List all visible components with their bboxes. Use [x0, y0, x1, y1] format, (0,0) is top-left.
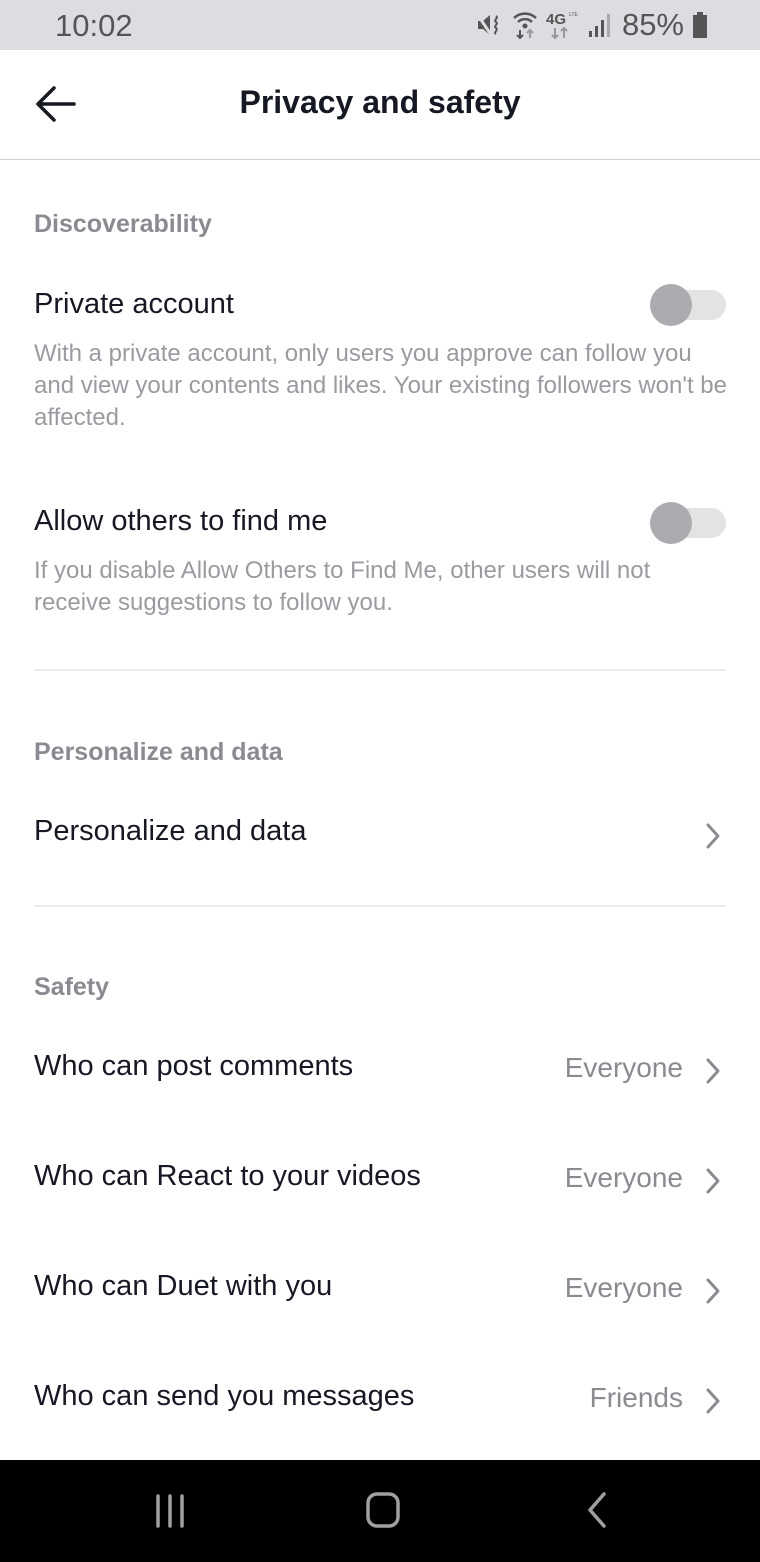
svg-text:4G: 4G [546, 11, 566, 28]
find-me-description: If you disable Allow Others to Find Me, … [34, 557, 651, 616]
vibrate-icon [475, 13, 498, 37]
signal-icon [588, 14, 610, 37]
chevron-right-icon [706, 1168, 720, 1194]
section-label-personalize: Personalize and data [34, 738, 283, 766]
row-value: Friends [589, 1382, 683, 1413]
wifi-icon [513, 12, 537, 40]
home-icon [366, 1492, 400, 1528]
row-title: Who can Duet with you [34, 1270, 333, 1302]
chevron-right-icon [706, 823, 720, 849]
chevron-right-icon [706, 1058, 720, 1084]
duet-row[interactable]: Who can Duet with you Everyone [0, 1250, 760, 1330]
recents-button[interactable] [146, 1488, 196, 1532]
home-button[interactable] [358, 1488, 408, 1532]
status-time: 10:02 [55, 8, 133, 43]
toggle-knob [650, 502, 692, 544]
row-value: Everyone [564, 1272, 683, 1303]
header: Privacy and safety [0, 50, 760, 160]
page-title: Privacy and safety [239, 84, 521, 120]
private-account-description: With a private account, only users you a… [34, 340, 727, 431]
divider [34, 669, 726, 671]
status-bar: 10:02 4G LTE 85% [0, 0, 760, 50]
section-label-safety: Safety [34, 973, 110, 1001]
system-nav-bar [0, 1460, 760, 1562]
find-me-toggle[interactable] [650, 502, 726, 544]
row-title: Who can React to your videos [34, 1160, 421, 1192]
lte-icon: 4G LTE [546, 11, 578, 40]
post-comments-row[interactable]: Who can post comments Everyone [0, 1030, 760, 1110]
find-me-title: Allow others to find me [34, 505, 328, 537]
system-back-button[interactable] [572, 1488, 622, 1532]
battery-icon [693, 12, 707, 38]
row-title: Personalize and data [34, 815, 307, 847]
react-videos-row[interactable]: Who can React to your videos Everyone [0, 1140, 760, 1220]
messages-row[interactable]: Who can send you messages Friends [0, 1360, 760, 1440]
section-label-discoverability: Discoverability [34, 210, 212, 238]
back-icon [588, 1492, 606, 1528]
personalize-and-data-row[interactable]: Personalize and data [0, 795, 760, 875]
private-account-toggle[interactable] [650, 284, 726, 326]
row-title: Who can post comments [34, 1050, 354, 1082]
toggle-knob [650, 284, 692, 326]
row-value: Everyone [564, 1052, 683, 1083]
divider [34, 905, 726, 907]
private-account-title: Private account [34, 288, 234, 320]
row-title: Who can send you messages [34, 1380, 415, 1412]
chevron-right-icon [706, 1278, 720, 1304]
status-icons: 4G LTE 85% [475, 7, 708, 42]
svg-text:LTE: LTE [569, 12, 578, 18]
recents-icon [156, 1494, 184, 1528]
battery-percent: 85% [621, 7, 684, 42]
chevron-right-icon [706, 1388, 720, 1414]
row-value: Everyone [564, 1162, 683, 1193]
